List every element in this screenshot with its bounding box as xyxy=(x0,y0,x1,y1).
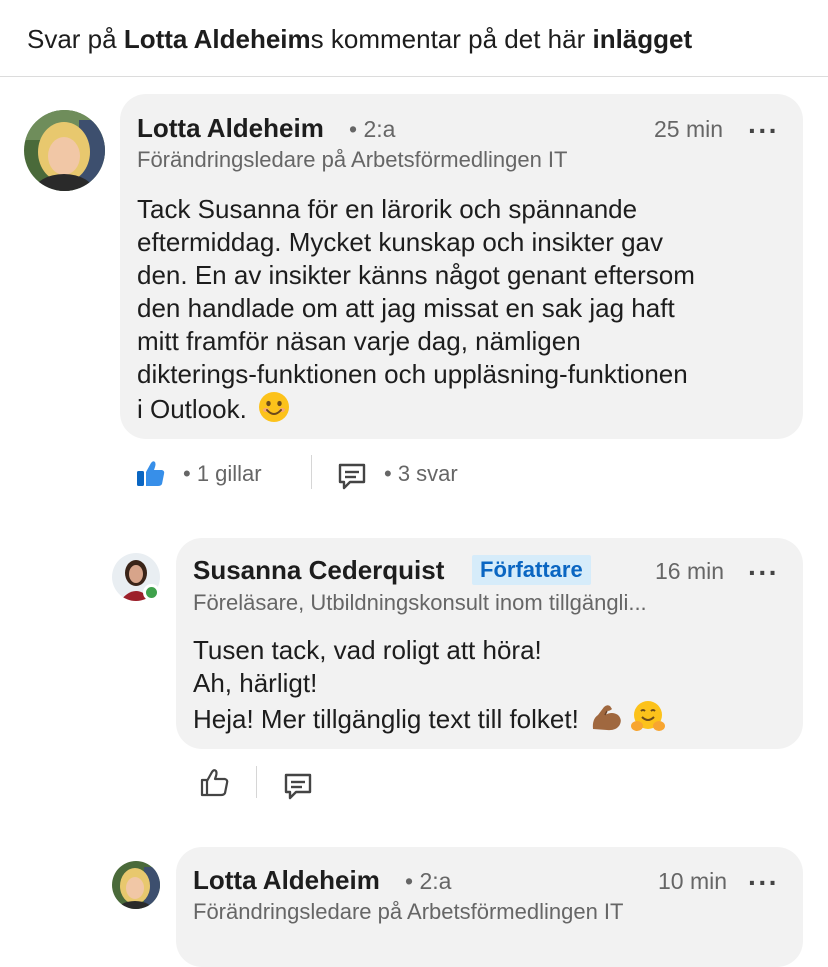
action-divider xyxy=(311,455,312,489)
comment-text-line: den. En av insikter känns något genant e… xyxy=(137,260,695,290)
header-suffix: s kommentar på det här xyxy=(310,24,593,54)
commenter-headline: Förändringsledare på Arbetsförmedlingen … xyxy=(193,899,624,924)
comment-text-line: Tack Susanna för en lärorik och spännand… xyxy=(137,194,638,224)
commenter-name[interactable]: Lotta Aldeheim xyxy=(193,865,380,895)
thumbs-up-outline-icon[interactable] xyxy=(199,766,231,798)
header-prefix: Svar på xyxy=(27,24,124,54)
comment-icon[interactable] xyxy=(337,461,367,491)
replies-count[interactable]: • 3 svar xyxy=(384,460,458,488)
connection-degree: • 2:a xyxy=(349,116,396,142)
author-badge: Författare xyxy=(472,555,591,585)
comment-text-line: eftermiddag. Mycket kunskap och insikter… xyxy=(137,227,664,257)
comment-text-line: Ah, härligt! xyxy=(193,668,318,698)
comment-text-line-last: i Outlook. xyxy=(137,391,290,431)
comment-icon[interactable] xyxy=(283,771,313,801)
comment-text-line-last: Heja! Mer tillgänglig text till folket! xyxy=(193,700,666,742)
commenter-name[interactable]: Susanna Cederquist xyxy=(193,555,444,585)
comment-text-line: Tusen tack, vad roligt att höra! xyxy=(193,635,542,665)
more-options-button[interactable]: ··· xyxy=(748,559,779,587)
avatar[interactable] xyxy=(112,861,160,909)
like-reaction-icon[interactable] xyxy=(136,458,166,488)
comment-text-line: dikterings-funktionen och uppläsning-fun… xyxy=(137,359,688,389)
comment-text-line: den handlade om att jag missat en sak ja… xyxy=(137,293,675,323)
avatar[interactable] xyxy=(24,110,105,191)
online-status-indicator xyxy=(143,584,160,601)
smile-emoji-icon xyxy=(258,391,290,431)
comment-time: 25 min xyxy=(654,116,724,142)
comment-text-line: i Outlook. xyxy=(137,393,247,424)
commenter-headline: Förändringsledare på Arbetsförmedlingen … xyxy=(137,147,568,172)
hugging-face-emoji-icon xyxy=(631,700,666,742)
comment-time: 10 min xyxy=(658,868,728,894)
connection-degree: • 2:a xyxy=(405,868,452,894)
commenter-headline: Föreläsare, Utbildningskonsult inom till… xyxy=(193,590,647,615)
action-divider xyxy=(256,766,257,798)
more-options-button[interactable]: ··· xyxy=(748,869,779,897)
commenter-name[interactable]: Lotta Aldeheim xyxy=(137,113,324,143)
reply-header: Svar på Lotta Aldeheims kommentar på det… xyxy=(0,0,828,77)
comment-text-line: mitt framför näsan varje dag, nämligen xyxy=(137,326,581,356)
more-options-button[interactable]: ··· xyxy=(748,117,779,145)
comment-time: 16 min xyxy=(655,558,725,584)
comment-text-line: Heja! Mer tillgänglig text till folket! xyxy=(193,703,579,734)
likes-count[interactable]: • 1 gillar xyxy=(183,460,262,488)
flexed-biceps-emoji-icon xyxy=(590,701,624,741)
header-post-link[interactable]: inlägget xyxy=(592,24,692,54)
header-commenter[interactable]: Lotta Aldeheim xyxy=(124,24,311,54)
